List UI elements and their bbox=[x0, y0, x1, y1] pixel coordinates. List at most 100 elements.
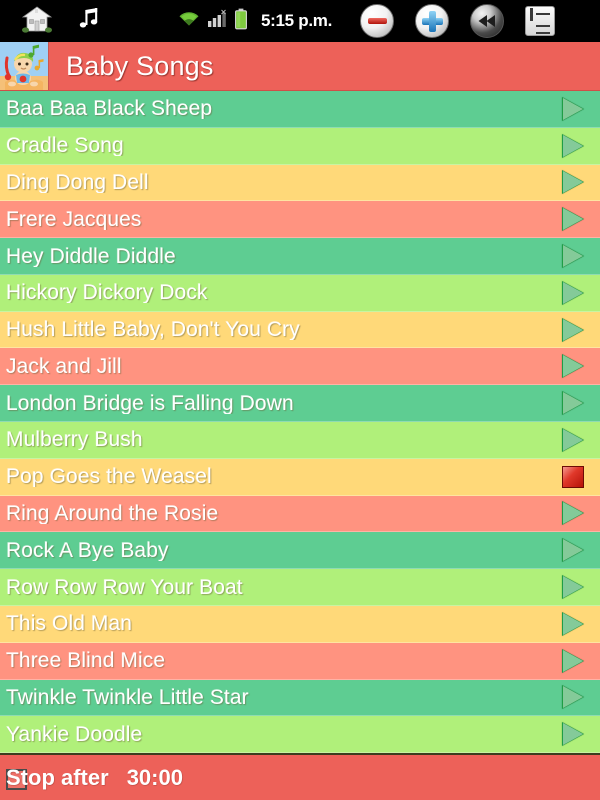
song-row[interactable]: Jack and Jill bbox=[0, 348, 600, 386]
song-title: Baa Baa Black Sheep bbox=[6, 98, 213, 120]
rewind-circle-icon[interactable] bbox=[470, 4, 504, 38]
song-row[interactable]: Rock A Bye Baby bbox=[0, 532, 600, 570]
song-row[interactable]: Pop Goes the Weasel bbox=[0, 458, 600, 496]
play-triangle-icon bbox=[562, 96, 584, 121]
song-title: Twinkle Twinkle Little Star bbox=[6, 686, 249, 708]
status-bar-left-icons bbox=[8, 5, 100, 38]
footer-bar: Stop after 30:00 bbox=[0, 753, 600, 800]
playlist-icon-row bbox=[530, 32, 550, 35]
playlist-icon[interactable] bbox=[525, 6, 555, 36]
song-row[interactable]: Frere Jacques bbox=[0, 201, 600, 239]
song-title: Hickory Dickory Dock bbox=[6, 282, 208, 304]
play-button[interactable] bbox=[558, 684, 588, 710]
playlist-icon-row bbox=[530, 7, 550, 21]
play-triangle-icon bbox=[562, 391, 584, 416]
play-triangle-icon bbox=[562, 611, 584, 636]
play-button[interactable] bbox=[558, 353, 588, 379]
play-button[interactable] bbox=[558, 169, 588, 195]
play-button[interactable] bbox=[558, 611, 588, 637]
plus-glyph-vertical bbox=[428, 10, 436, 32]
song-title: Cradle Song bbox=[6, 135, 124, 157]
song-list[interactable]: Baa Baa Black Sheep Cradle Song Ding Dong … bbox=[0, 91, 600, 753]
stop-after-label[interactable]: Stop after bbox=[6, 765, 109, 791]
song-title: London Bridge is Falling Down bbox=[6, 392, 294, 414]
plus-circle-icon[interactable] bbox=[415, 4, 449, 38]
play-triangle-icon bbox=[562, 317, 584, 342]
song-title: Ding Dong Dell bbox=[6, 171, 149, 193]
status-bar-indicators: 5:15 p.m. bbox=[178, 8, 332, 35]
song-row[interactable]: Twinkle Twinkle Little Star bbox=[0, 679, 600, 717]
song-row[interactable]: London Bridge is Falling Down bbox=[0, 385, 600, 423]
song-row[interactable]: Ring Around the Rosie bbox=[0, 495, 600, 533]
song-row[interactable]: Hush Little Baby, Don't You Cry bbox=[0, 311, 600, 349]
song-row[interactable]: Three Blind Mice bbox=[0, 642, 600, 680]
song-title: Hush Little Baby, Don't You Cry bbox=[6, 319, 300, 341]
song-row[interactable]: This Old Man bbox=[0, 605, 600, 643]
wifi-icon bbox=[178, 10, 200, 33]
play-triangle-icon bbox=[562, 685, 584, 710]
play-button[interactable] bbox=[558, 280, 588, 306]
play-triangle-icon bbox=[562, 722, 584, 747]
stop-button[interactable] bbox=[558, 464, 588, 490]
play-triangle-icon bbox=[562, 538, 584, 563]
play-button[interactable] bbox=[558, 574, 588, 600]
status-bar: 5:15 p.m. bbox=[0, 0, 600, 42]
home-icon[interactable] bbox=[21, 5, 53, 38]
page-title: Baby Songs bbox=[66, 50, 214, 81]
stop-after-time[interactable]: 30:00 bbox=[127, 765, 183, 791]
stop-square-icon bbox=[562, 465, 584, 488]
song-title: Ring Around the Rosie bbox=[6, 502, 219, 524]
app-screen: 5:15 p.m. Baby Songs Baa Baa Black Sheep… bbox=[0, 0, 600, 800]
play-button[interactable] bbox=[558, 133, 588, 159]
play-triangle-icon bbox=[562, 575, 584, 600]
play-triangle-icon bbox=[562, 170, 584, 195]
play-triangle-icon bbox=[562, 427, 584, 452]
play-button[interactable] bbox=[558, 721, 588, 747]
battery-icon bbox=[234, 8, 248, 35]
song-row[interactable]: Yankie Doodle bbox=[0, 716, 600, 753]
play-button[interactable] bbox=[558, 537, 588, 563]
song-row[interactable]: Ding Dong Dell bbox=[0, 164, 600, 202]
song-row[interactable]: Hey Diddle Diddle bbox=[0, 238, 600, 275]
play-button[interactable] bbox=[558, 390, 588, 416]
play-triangle-icon bbox=[562, 207, 584, 232]
play-button[interactable] bbox=[558, 206, 588, 232]
play-button[interactable] bbox=[558, 500, 588, 526]
song-title: Rock A Bye Baby bbox=[6, 539, 169, 561]
song-row[interactable]: Mulberry Bush bbox=[0, 422, 600, 459]
status-bar-clock: 5:15 p.m. bbox=[261, 11, 332, 30]
music-note-icon[interactable] bbox=[74, 6, 100, 37]
minus-circle-icon[interactable] bbox=[360, 4, 394, 38]
play-button[interactable] bbox=[558, 427, 588, 453]
minus-glyph bbox=[367, 18, 387, 24]
song-title: Pop Goes the Weasel bbox=[6, 466, 212, 488]
song-title: Hey Diddle Diddle bbox=[6, 245, 176, 267]
play-button[interactable] bbox=[558, 648, 588, 674]
play-triangle-icon bbox=[562, 501, 584, 526]
play-triangle-icon bbox=[562, 244, 584, 269]
song-row[interactable]: Hickory Dickory Dock bbox=[0, 274, 600, 312]
play-button[interactable] bbox=[558, 317, 588, 343]
play-button[interactable] bbox=[558, 96, 588, 122]
playlist-icon-row bbox=[530, 25, 550, 28]
song-title: Three Blind Mice bbox=[6, 650, 166, 672]
title-bar: Baby Songs bbox=[0, 42, 600, 91]
playlist-icon-bar bbox=[530, 7, 533, 21]
play-button[interactable] bbox=[558, 243, 588, 269]
song-row[interactable]: Cradle Song bbox=[0, 127, 600, 165]
song-row[interactable]: Baa Baa Black Sheep bbox=[0, 91, 600, 128]
song-title: Mulberry Bush bbox=[6, 429, 143, 451]
baby-songs-app-icon[interactable] bbox=[0, 42, 49, 90]
play-triangle-icon bbox=[562, 648, 584, 673]
song-row[interactable]: Row Row Row Your Boat bbox=[0, 569, 600, 606]
playlist-icon-line bbox=[536, 32, 550, 34]
cell-signal-icon bbox=[207, 9, 227, 34]
song-title: Frere Jacques bbox=[6, 208, 142, 230]
playlist-icon-line bbox=[536, 25, 550, 27]
status-bar-controls bbox=[360, 4, 555, 38]
play-triangle-icon bbox=[562, 354, 584, 379]
song-title: This Old Man bbox=[6, 613, 133, 635]
song-title: Yankie Doodle bbox=[6, 723, 143, 745]
play-triangle-icon bbox=[562, 133, 584, 158]
song-title: Jack and Jill bbox=[6, 355, 122, 377]
